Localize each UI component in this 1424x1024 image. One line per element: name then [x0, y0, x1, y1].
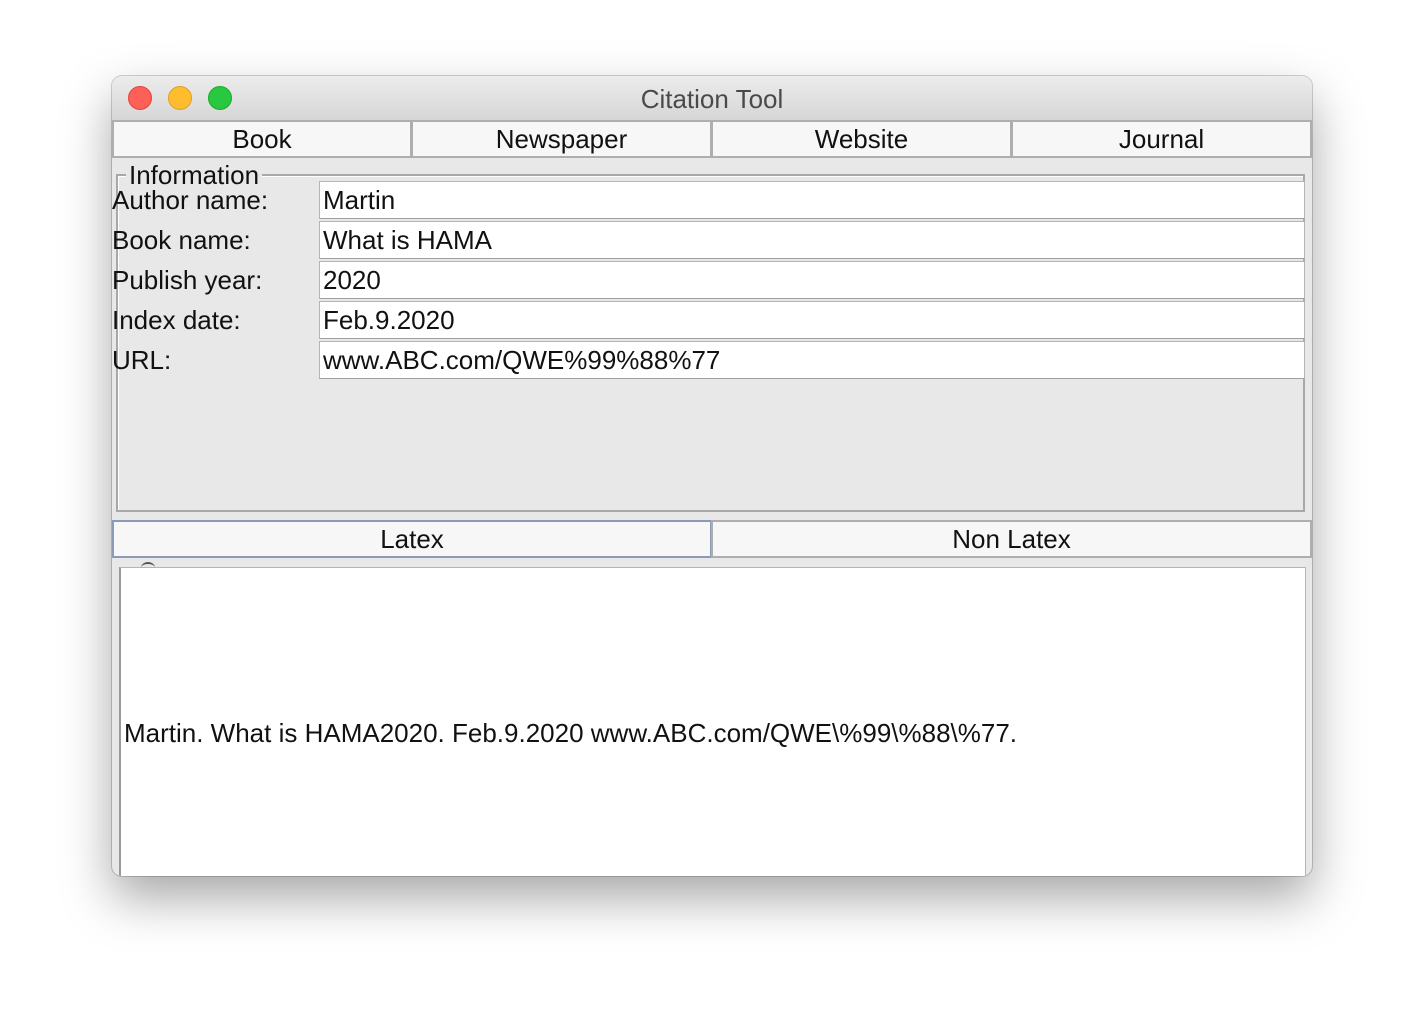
citation-output-text: Martin. What is HAMA2020. Feb.9.2020 www…: [124, 718, 1018, 748]
book-name-field[interactable]: [319, 221, 1305, 259]
author-name-label: Author name:: [112, 185, 269, 215]
website-button[interactable]: Website: [711, 120, 1012, 158]
citation-output-area[interactable]: Martin. What is HAMA2020. Feb.9.2020 www…: [119, 562, 1306, 876]
index-date-label: Index date:: [112, 305, 241, 335]
book-button[interactable]: Book: [112, 120, 412, 158]
latex-button[interactable]: Latex: [112, 520, 712, 558]
citation-tool-window: Citation Tool Book Newspaper Website Jou…: [112, 76, 1312, 876]
index-date-field[interactable]: [319, 301, 1305, 339]
url-label: URL:: [112, 345, 172, 375]
author-name-field[interactable]: [319, 181, 1305, 219]
window-title: Citation Tool: [640, 84, 784, 114]
publish-year-field[interactable]: [319, 261, 1305, 299]
book-name-label: Book name:: [112, 225, 251, 255]
publish-year-label: Publish year:: [112, 265, 263, 295]
newspaper-button[interactable]: Newspaper: [411, 120, 712, 158]
journal-button[interactable]: Journal: [1011, 120, 1312, 158]
output-area-border-mark: [141, 562, 155, 574]
url-field[interactable]: [319, 341, 1305, 379]
non-latex-button[interactable]: Non Latex: [711, 520, 1312, 558]
title-bar[interactable]: Citation Tool: [112, 76, 1312, 121]
